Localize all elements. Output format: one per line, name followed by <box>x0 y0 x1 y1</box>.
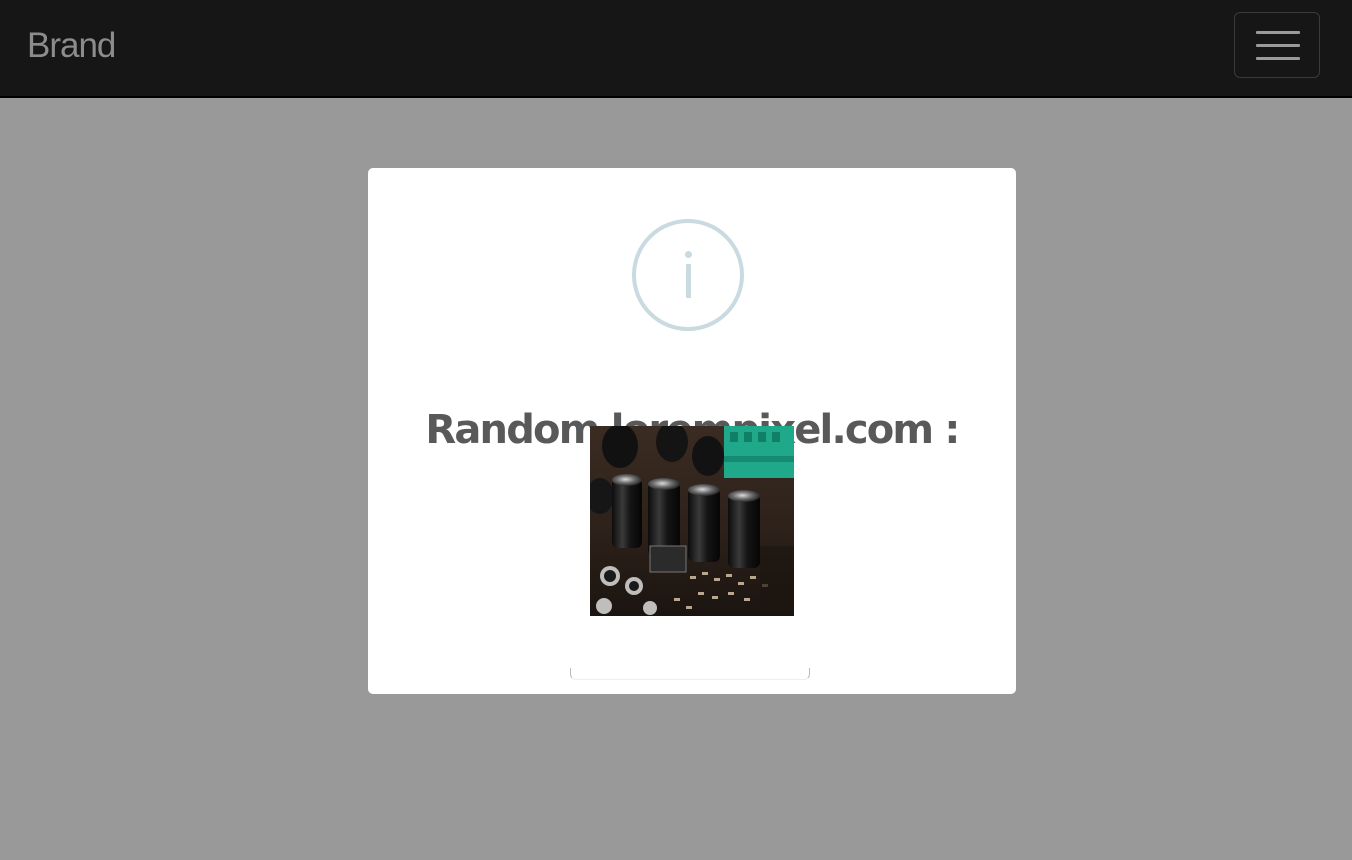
navbar-toggle-button[interactable] <box>1234 12 1320 78</box>
hamburger-menu-icon-line <box>1256 44 1300 47</box>
info-icon-dot <box>684 251 692 258</box>
navbar: Brand <box>0 0 1352 98</box>
prompt-input[interactable] <box>570 668 810 680</box>
hamburger-menu-icon-line <box>1256 57 1300 60</box>
random-image <box>590 426 794 616</box>
info-icon-stem <box>685 264 691 298</box>
alert-modal: Random lorempixel.com : <box>368 168 1016 694</box>
hamburger-menu-icon <box>1256 31 1300 34</box>
info-icon <box>632 219 744 331</box>
brand-link[interactable]: Brand <box>27 26 116 66</box>
